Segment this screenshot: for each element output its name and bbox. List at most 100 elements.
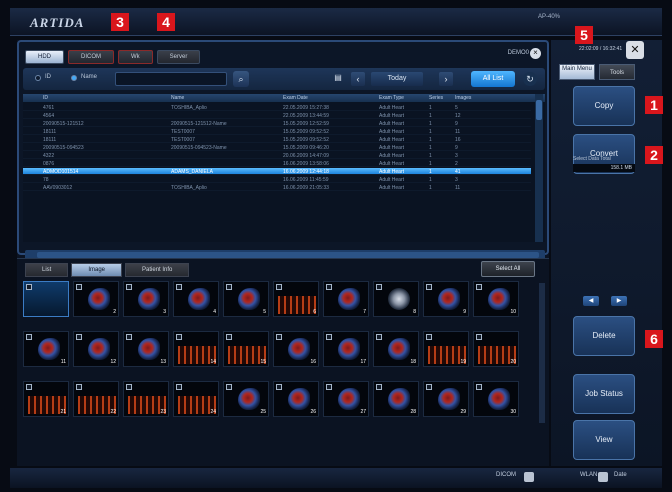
- tab-hdd[interactable]: HDD: [25, 50, 64, 64]
- thumbnail-checkbox[interactable]: [226, 284, 232, 290]
- col-images[interactable]: Images: [455, 95, 471, 101]
- select-all-button[interactable]: Select All: [481, 261, 535, 277]
- thumbnail-checkbox[interactable]: [326, 334, 332, 340]
- thumbnail-checkbox[interactable]: [226, 384, 232, 390]
- prev-page-button[interactable]: ◀: [583, 296, 599, 306]
- thumbnail-checkbox[interactable]: [476, 284, 482, 290]
- thumbnail-checkbox[interactable]: [176, 384, 182, 390]
- image-thumbnail[interactable]: 25: [223, 381, 269, 417]
- table-row[interactable]: 4564 22.05.2009 13:44:59 Adult Heart 1 12: [23, 112, 531, 119]
- thumbnail-checkbox[interactable]: [326, 284, 332, 290]
- thumbnail-checkbox[interactable]: [476, 334, 482, 340]
- image-thumbnail[interactable]: 14: [173, 331, 219, 367]
- delete-button[interactable]: Delete: [573, 316, 635, 356]
- image-thumbnail[interactable]: 13: [123, 331, 169, 367]
- table-row[interactable]: 20090515-094523 20090515-094523-Name 15.05…: [23, 144, 531, 151]
- image-thumbnail[interactable]: 11: [23, 331, 69, 367]
- search-input[interactable]: [115, 72, 227, 86]
- image-thumbnail[interactable]: 16: [273, 331, 319, 367]
- refresh-icon[interactable]: ↻: [523, 72, 537, 86]
- thumbnail-checkbox[interactable]: [26, 284, 32, 290]
- id-radio[interactable]: [35, 75, 41, 81]
- table-row[interactable]: 0876 16.06.2009 13:58:06 Adult Heart 1 2: [23, 160, 531, 167]
- search-icon[interactable]: ⌕: [233, 71, 249, 87]
- thumbnail-checkbox[interactable]: [126, 384, 132, 390]
- image-thumbnail[interactable]: 7: [323, 281, 369, 317]
- image-thumbnail[interactable]: 18: [373, 331, 419, 367]
- thumbnail-checkbox[interactable]: [276, 284, 282, 290]
- image-thumbnail[interactable]: 27: [323, 381, 369, 417]
- image-thumbnail[interactable]: 2: [73, 281, 119, 317]
- thumbnail-checkbox[interactable]: [426, 334, 432, 340]
- col-id[interactable]: ID: [43, 95, 48, 101]
- table-row[interactable]: AAV0903012 TOSHIBA_Aplio 16.06.2009 21:05:…: [23, 184, 531, 191]
- image-thumbnail[interactable]: 15: [223, 331, 269, 367]
- image-thumbnail[interactable]: 8: [373, 281, 419, 317]
- tab-tools[interactable]: Tools: [599, 64, 635, 80]
- thumbnail-checkbox[interactable]: [126, 284, 132, 290]
- table-row[interactable]: 18111 TEST0007 15.05.2009 09:52:52 Adult He…: [23, 128, 531, 135]
- image-thumbnail[interactable]: 4: [173, 281, 219, 317]
- tab-wk[interactable]: Wk: [118, 50, 153, 64]
- tab-patient-info[interactable]: Patient Info: [125, 263, 190, 277]
- close-icon[interactable]: ✕: [626, 41, 644, 59]
- thumbnail-checkbox[interactable]: [376, 384, 382, 390]
- tab-main-menu[interactable]: Main Menu: [559, 64, 595, 80]
- table-row[interactable]: 4322 20.06.2009 14:47:09 Adult Heart 1 3: [23, 152, 531, 159]
- col-exam-date[interactable]: Exam Date: [283, 95, 308, 101]
- thumbnail-checkbox[interactable]: [26, 384, 32, 390]
- today-button[interactable]: Today: [371, 72, 423, 86]
- thumbnail-checkbox[interactable]: [376, 334, 382, 340]
- image-thumbnail[interactable]: 6: [273, 281, 319, 317]
- image-thumbnail[interactable]: 29: [423, 381, 469, 417]
- image-thumbnail[interactable]: 23: [123, 381, 169, 417]
- tab-image[interactable]: Image: [71, 263, 123, 277]
- thumbnail-checkbox[interactable]: [426, 384, 432, 390]
- thumbnail-checkbox[interactable]: [476, 384, 482, 390]
- list-view-icon[interactable]: ▤: [333, 73, 343, 83]
- thumbnail-checkbox[interactable]: [76, 384, 82, 390]
- tab-server[interactable]: Server: [156, 50, 201, 64]
- image-thumbnail[interactable]: 12: [73, 331, 119, 367]
- table-row[interactable]: 4761 TOSHIBA_Aplio 22.05.2009 15:27:38 Adul…: [23, 104, 531, 111]
- thumbnail-scrollbar[interactable]: [539, 283, 545, 423]
- thumbnail-checkbox[interactable]: [326, 384, 332, 390]
- image-thumbnail[interactable]: 19: [423, 331, 469, 367]
- tab-dicom[interactable]: DICOM: [68, 50, 114, 64]
- image-thumbnail[interactable]: 22: [73, 381, 119, 417]
- image-thumbnail[interactable]: 9: [423, 281, 469, 317]
- image-thumbnail[interactable]: 5: [223, 281, 269, 317]
- thumbnail-checkbox[interactable]: [426, 284, 432, 290]
- thumbnail-checkbox[interactable]: [276, 334, 282, 340]
- thumbnail-checkbox[interactable]: [26, 334, 32, 340]
- view-button[interactable]: View: [573, 420, 635, 460]
- thumbnail-checkbox[interactable]: [176, 284, 182, 290]
- thumbnail-checkbox[interactable]: [176, 334, 182, 340]
- name-radio[interactable]: [71, 75, 77, 81]
- thumbnail-checkbox[interactable]: [126, 334, 132, 340]
- image-thumbnail[interactable]: 24: [173, 381, 219, 417]
- table-vertical-scrollbar[interactable]: [535, 94, 543, 242]
- all-list-button[interactable]: All List: [471, 71, 515, 87]
- thumbnail-checkbox[interactable]: [226, 334, 232, 340]
- next-page-button[interactable]: ▶: [611, 296, 627, 306]
- image-thumbnail[interactable]: 10: [473, 281, 519, 317]
- next-date-button[interactable]: ›: [439, 72, 453, 86]
- image-thumbnail[interactable]: 20: [473, 331, 519, 367]
- job-status-button[interactable]: Job Status: [573, 374, 635, 414]
- col-series[interactable]: Series: [429, 95, 443, 101]
- col-exam-type[interactable]: Exam Type: [379, 95, 404, 101]
- col-name[interactable]: Name: [171, 95, 184, 101]
- image-thumbnail[interactable]: 30: [473, 381, 519, 417]
- table-row[interactable]: 18111 TEST0007 15.05.2009 09:52:52 Adult He…: [23, 136, 531, 143]
- image-thumbnail[interactable]: [23, 281, 69, 317]
- thumbnail-checkbox[interactable]: [376, 284, 382, 290]
- copy-button[interactable]: Copy: [573, 86, 635, 126]
- prev-date-button[interactable]: ‹: [351, 72, 365, 86]
- image-thumbnail[interactable]: 28: [373, 381, 419, 417]
- image-thumbnail[interactable]: 26: [273, 381, 319, 417]
- tab-list[interactable]: List: [25, 263, 69, 277]
- thumbnail-checkbox[interactable]: [276, 384, 282, 390]
- table-row[interactable]: 78 16.06.2009 11:45:59 Adult Heart 1 3: [23, 176, 531, 183]
- table-row[interactable]: ADMOD101514 ADAMS_DANIELA 16.06.2009 12:44…: [23, 168, 531, 175]
